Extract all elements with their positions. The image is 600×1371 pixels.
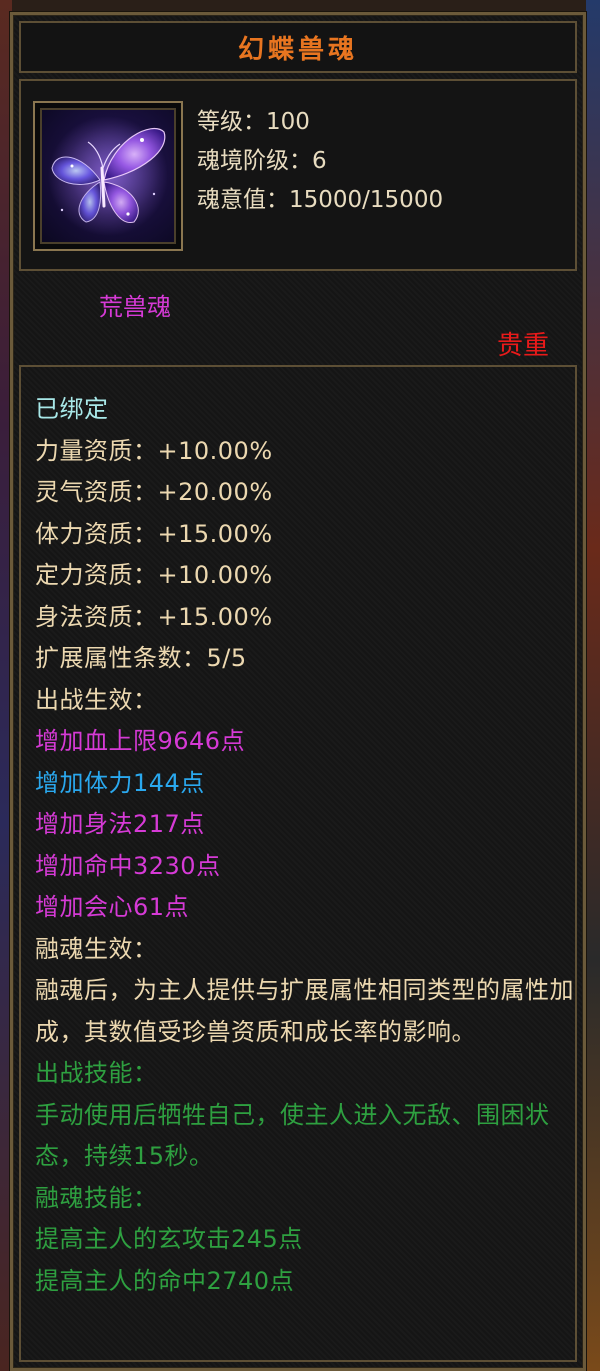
soul-will-stat: 魂意值：15000/15000	[197, 187, 444, 213]
fuse-effect-heading: 融魂生效：	[35, 934, 158, 963]
extension-count: 扩展属性条数：5/5	[35, 644, 247, 672]
aptitude-line: 力量资质：+10.00%	[35, 436, 273, 465]
bound-status: 已绑定	[35, 395, 109, 423]
item-category: 荒兽魂	[99, 293, 171, 321]
item-rarity-row: 荒兽魂 贵重	[13, 273, 583, 373]
battle-effect-heading: 出战生效：	[35, 685, 158, 714]
level-stat: 等级：100	[197, 109, 310, 135]
fuse-skill-line: 提高主人的命中2740点	[35, 1266, 295, 1295]
item-tooltip: 幻蝶兽魂 等级：100 魂境阶级：6 魂意值：15000/15000 荒兽魂 贵…	[10, 12, 586, 1371]
item-detail-content: 已绑定 力量资质：+10.00% 灵气资质：+20.00% 体力资质：+15.0…	[35, 389, 574, 1302]
item-icon-frame	[33, 101, 183, 251]
battle-effect-line: 增加命中3230点	[35, 851, 221, 880]
aptitude-line: 身法资质：+15.00%	[35, 602, 273, 631]
item-preciousness: 贵重	[496, 331, 549, 361]
aptitude-line: 定力资质：+10.00%	[35, 561, 273, 589]
battle-effect-line: 增加身法217点	[35, 810, 205, 838]
fuse-effect-description: 融魂后，为主人提供与扩展属性相同类型的属性加成，其数值受珍兽资质和成长率的影响。	[35, 976, 574, 1046]
butterfly-soul-icon	[40, 108, 176, 244]
battle-effect-line: 增加血上限9646点	[35, 727, 246, 755]
fuse-skill-heading: 融魂技能：	[35, 1183, 158, 1212]
battle-skill-heading: 出战技能：	[35, 1059, 158, 1087]
game-background-right	[586, 0, 600, 1371]
item-header-stats: 等级：100 魂境阶级：6 魂意值：15000/15000	[197, 103, 443, 220]
soul-realm-stat: 魂境阶级：6	[197, 148, 327, 174]
item-name: 幻蝶兽魂	[237, 34, 358, 65]
battle-skill-description: 手动使用后牺牲自己，使主人进入无敌、围困状态，持续15秒。	[35, 1100, 550, 1171]
tooltip-title-bar: 幻蝶兽魂	[19, 21, 577, 73]
item-detail-panel: 已绑定 力量资质：+10.00% 灵气资质：+20.00% 体力资质：+15.0…	[19, 365, 577, 1362]
fuse-skill-line: 提高主人的玄攻击245点	[35, 1225, 303, 1253]
battle-effect-line: 增加会心61点	[35, 893, 190, 921]
aptitude-line: 体力资质：+15.00%	[35, 519, 273, 548]
battle-effect-line: 增加体力144点	[35, 768, 205, 797]
aptitude-line: 灵气资质：+20.00%	[35, 478, 273, 506]
item-header-panel: 等级：100 魂境阶级：6 魂意值：15000/15000	[19, 79, 577, 271]
